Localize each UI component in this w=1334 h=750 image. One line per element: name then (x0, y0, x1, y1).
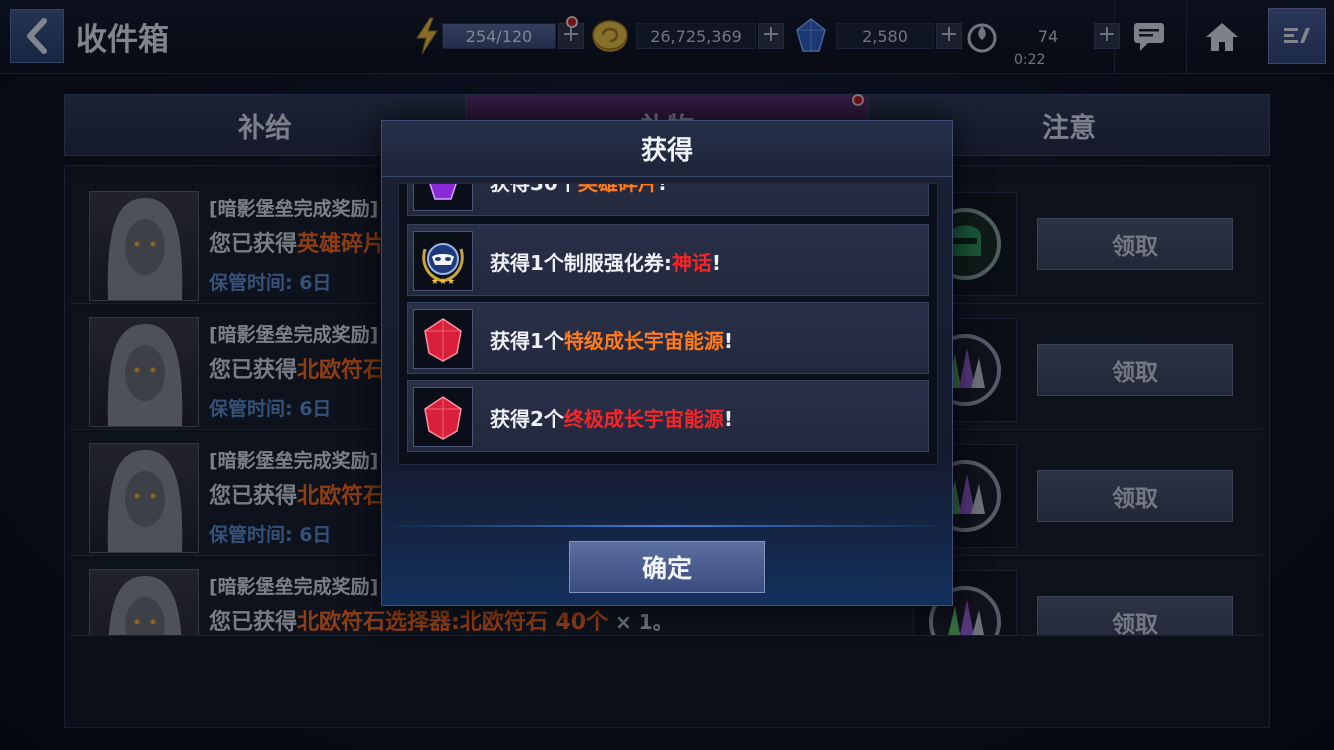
gem-icon (429, 184, 457, 200)
item-prefix: 获得2个 (490, 407, 564, 431)
confirm-button[interactable]: 确定 (569, 541, 765, 593)
item-prefix: 获得30个 (490, 183, 578, 195)
item-prefix: 获得1个 (490, 329, 564, 353)
item-suffix: ! (711, 251, 722, 275)
item-text: 获得30个英雄碎片! (490, 183, 667, 196)
svg-text:★★★: ★★★ (431, 277, 455, 287)
item-icon (413, 387, 473, 447)
item-name: 终极成长宇宙能源 (563, 407, 724, 431)
divider (382, 525, 952, 527)
red-crystal-icon (424, 318, 462, 362)
item-text: 获得1个制服强化券:神话! (490, 247, 721, 276)
reward-item: 获得1个特级成长宇宙能源! (407, 302, 929, 374)
item-prefix: 获得1个制服强化券: (490, 251, 672, 275)
reward-item: 获得2个终极成长宇宙能源! (407, 380, 929, 452)
item-icon: ★★★ (413, 231, 473, 291)
item-text: 获得1个特级成长宇宙能源! (490, 325, 733, 354)
item-name: 特级成长宇宙能源 (563, 329, 724, 353)
item-icon (413, 184, 473, 211)
item-text: 获得2个终极成长宇宙能源! (490, 403, 733, 432)
item-suffix: ! (723, 407, 734, 431)
reward-item: ★★★ 获得1个制服强化券:神话! (407, 224, 929, 296)
item-name: 神话 (671, 251, 712, 275)
reward-item: 获得30个英雄碎片! (407, 183, 929, 216)
item-icon (413, 309, 473, 369)
dialog-title: 获得 (382, 121, 952, 177)
item-suffix: ! (723, 329, 734, 353)
reward-dialog: 获得 获得30个英雄碎片! ★★★ 获得1个制服强化券:神话! 获得1个特级成长… (381, 120, 953, 606)
mask-medal-icon: ★★★ (422, 243, 464, 287)
item-name: 英雄碎片 (577, 183, 658, 195)
item-suffix: ! (657, 183, 667, 195)
red-crystal-icon (424, 396, 462, 440)
reward-list[interactable]: 获得30个英雄碎片! ★★★ 获得1个制服强化券:神话! 获得1个特级成长宇宙能… (398, 183, 938, 465)
